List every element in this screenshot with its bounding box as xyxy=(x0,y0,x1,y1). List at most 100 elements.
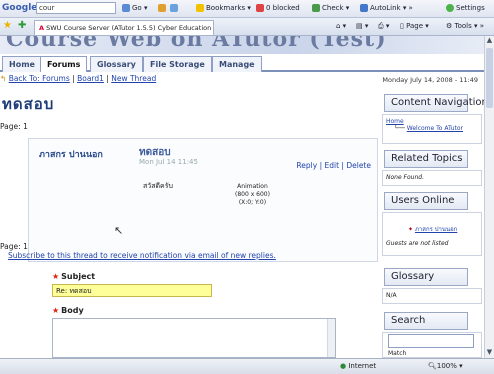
feeds-button[interactable]: ▤ ▾ xyxy=(356,22,368,30)
check-icon xyxy=(312,4,320,12)
page-number-top: Page: 1 xyxy=(0,122,28,131)
scrollbar-thumb[interactable] xyxy=(486,48,493,108)
body-textarea[interactable] xyxy=(52,318,336,358)
match-label: Match xyxy=(388,350,407,357)
related-topics-header[interactable]: Related Topics xyxy=(384,150,468,168)
settings-button[interactable]: Settings xyxy=(446,4,485,12)
tools-menu-label: Tools xyxy=(454,22,472,30)
go-button[interactable]: Go ▾ xyxy=(122,4,147,12)
online-user: ✦ ภาสกร ปานนอก xyxy=(408,224,478,234)
reply-link[interactable]: Reply xyxy=(296,161,317,170)
glossary-header[interactable]: Glossary xyxy=(384,268,468,286)
bookmarks-button[interactable]: Bookmarks ▾ xyxy=(196,4,251,12)
body-label-text: Body xyxy=(61,306,84,315)
browser-tab-title: SWU Course Server (ATutor 1.5.5) Cyber E… xyxy=(46,24,214,32)
animation-placeholder[interactable]: Animation (800 x 600) (X:0; Y:0) xyxy=(235,183,270,207)
go-label: Go xyxy=(132,4,142,12)
bookmarks-label: Bookmarks xyxy=(206,4,246,12)
page-menu[interactable]: ▯ Page ▾ xyxy=(400,22,429,30)
scroll-up-icon[interactable]: ▲ xyxy=(485,36,494,46)
zoom-control[interactable]: 🔍︎100% ▾ xyxy=(428,362,463,370)
site-banner: Course Web on ATutor (Test) xyxy=(0,36,484,54)
page-title: ทดสอบ xyxy=(2,95,55,113)
toolbar-search-value: cour xyxy=(39,4,55,12)
page-viewport: Course Web on ATutor (Test) Home Forums … xyxy=(0,36,484,358)
breadcrumb: ↰ Back To: Forums | Board1 | New Thread xyxy=(0,74,156,83)
browser-tab[interactable]: A SWU Course Server (ATutor 1.5.5) Cyber… xyxy=(34,20,214,35)
site-search-input[interactable] xyxy=(388,334,474,348)
tab-glossary[interactable]: Glossary xyxy=(90,56,143,72)
check-label: Check xyxy=(322,4,344,12)
subscribe-link[interactable]: Subscribe to this thread to receive noti… xyxy=(8,251,276,260)
post-date: Mon Jul 14 11:45 xyxy=(139,158,198,166)
guests-note-text: Guests are not listed xyxy=(386,240,449,247)
globe-icon: ● xyxy=(340,362,347,370)
popup-blocker-button[interactable]: 0 blocked xyxy=(256,4,300,12)
google-logo: Google xyxy=(2,3,38,13)
welcome-link[interactable]: Welcome To ATutor xyxy=(407,125,463,132)
page-menu-label: Page xyxy=(406,22,424,30)
wrench-icon xyxy=(446,4,454,12)
banner-title: Course Web on ATutor (Test) xyxy=(6,36,387,52)
content-nav-item: └── Welcome To ATutor xyxy=(394,125,464,132)
animation-title: Animation xyxy=(237,183,268,190)
home-button[interactable]: ⌂ ▾ xyxy=(336,22,346,30)
atutor-favicon: A xyxy=(39,24,45,32)
toolbar-icons[interactable] xyxy=(158,4,180,12)
required-mark: ★ xyxy=(52,306,60,315)
tab-file-storage[interactable]: File Storage xyxy=(143,56,212,72)
browser-tab-bar: ★ ✚ A SWU Course Server (ATutor 1.5.5) C… xyxy=(0,18,494,36)
news-icon xyxy=(170,4,179,12)
star-icon xyxy=(196,4,204,12)
post-body: สวัสดีครับ xyxy=(143,182,173,190)
tools-menu[interactable]: ⚙ Tools ▾ » xyxy=(446,22,484,30)
board1-link[interactable]: Board1 xyxy=(77,74,104,83)
page-scrollbar[interactable]: ▲ ▼ xyxy=(484,36,494,358)
autolink-button[interactable]: AutoLink ▾ » xyxy=(360,4,413,12)
browser-search-toolbar: Google cour Go ▾ Bookmarks ▾ 0 blocked C… xyxy=(0,0,494,18)
crumb-separator: | xyxy=(106,74,109,83)
tab-manage[interactable]: Manage xyxy=(212,56,262,72)
autolink-label: AutoLink xyxy=(370,4,401,12)
edit-link[interactable]: Edit xyxy=(325,161,340,170)
user-star-icon: ✦ xyxy=(408,226,414,233)
delete-link[interactable]: Delete xyxy=(346,161,371,170)
post-author[interactable]: ภาสกร ปานนอก xyxy=(39,147,103,161)
new-thread-link[interactable]: New Thread xyxy=(111,74,156,83)
status-bar: ● Internet 🔍︎100% ▾ xyxy=(0,358,494,374)
favorites-star-icon[interactable]: ★ xyxy=(3,20,12,31)
subject-label: ★ Subject xyxy=(52,272,95,281)
users-online-header[interactable]: Users Online xyxy=(384,192,468,210)
animation-size: (800 x 600) xyxy=(235,191,270,198)
guests-note: Guests are not listed xyxy=(386,240,478,247)
related-none: None Found. xyxy=(386,174,425,181)
animation-position: (X:0; Y:0) xyxy=(238,199,267,206)
textarea-scrollbar[interactable] xyxy=(327,319,335,357)
action-separator: | xyxy=(319,161,323,170)
body-label: ★ Body xyxy=(52,306,84,315)
blocked-label: 0 blocked xyxy=(266,4,300,12)
content-nav-home-link[interactable]: Home xyxy=(386,118,478,125)
content-navigation-header[interactable]: Content Navigation xyxy=(384,94,484,112)
post-actions: Reply | Edit | Delete xyxy=(296,161,371,170)
zoom-value: 100% xyxy=(436,362,457,370)
autolink-icon xyxy=(360,4,368,12)
subject-value: Re: ทดสอบ xyxy=(56,287,92,295)
tab-home[interactable]: Home xyxy=(2,56,42,72)
online-user-link[interactable]: ภาสกร ปานนอก xyxy=(415,226,457,233)
subject-input[interactable]: Re: ทดสอบ xyxy=(52,284,212,297)
current-date: Monday July 14, 2008 - 11:49 xyxy=(382,76,478,84)
spellcheck-button[interactable]: Check ▾ xyxy=(312,4,349,12)
crumb-separator: | xyxy=(72,74,75,83)
search-header[interactable]: Search xyxy=(384,312,468,330)
page-number-bottom: Page: 1 xyxy=(0,242,28,251)
toolbar-search-input[interactable]: cour xyxy=(36,2,116,14)
tab-forums[interactable]: Forums xyxy=(40,56,88,72)
back-to-forums-link[interactable]: Back To: Forums xyxy=(9,74,70,83)
add-favorites-icon[interactable]: ✚ xyxy=(18,20,26,31)
scroll-down-icon[interactable]: ▼ xyxy=(485,348,494,358)
users-online-panel: ✦ ภาสกร ปานนอก Guests are not listed xyxy=(382,212,482,256)
zoom-icon: 🔍︎ xyxy=(428,362,437,370)
print-button[interactable]: ⎙ ▾ xyxy=(378,22,389,31)
glossary-panel: N/A xyxy=(382,288,482,304)
